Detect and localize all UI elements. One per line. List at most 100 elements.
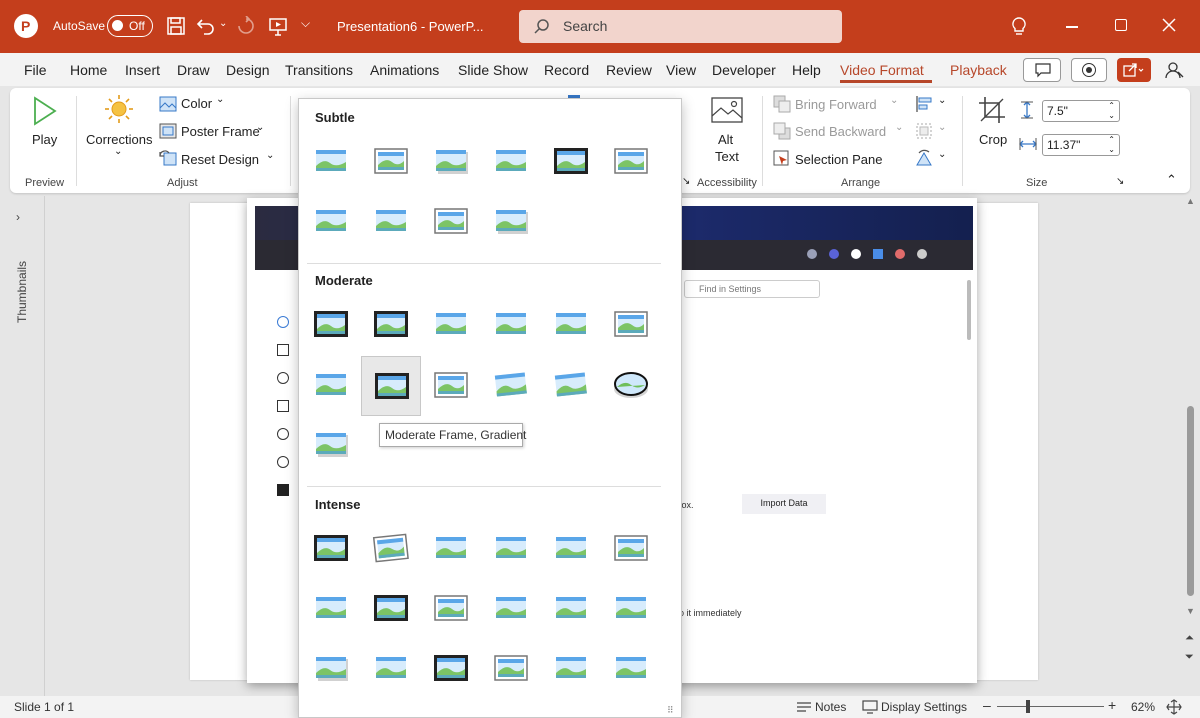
maximize-button[interactable]: [1115, 19, 1127, 31]
tab-view[interactable]: View: [666, 62, 696, 78]
video-style-moderate-13[interactable]: [421, 295, 481, 355]
slide-counter[interactable]: Slide 1 of 1: [14, 700, 74, 714]
corrections-dropdown-icon[interactable]: ⌄: [114, 146, 122, 157]
video-style-subtle-4[interactable]: [481, 132, 541, 192]
thumbnails-label[interactable]: Thumbnails: [15, 261, 29, 323]
customize-toolbar-icon[interactable]: ⌵: [301, 16, 310, 31]
video-style-subtle-1[interactable]: [301, 132, 361, 192]
video-style-subtle-5[interactable]: [541, 132, 601, 192]
size-dialog-launcher-icon[interactable]: ↘: [1116, 176, 1124, 187]
coauthor-icon[interactable]: [1165, 61, 1185, 79]
tab-draw[interactable]: Draw: [177, 62, 210, 78]
width-field[interactable]: 11.37" ⌃ ⌄: [1042, 134, 1120, 156]
color-button[interactable]: Color: [181, 96, 212, 111]
video-style-intense-36[interactable]: [301, 639, 361, 699]
video-style-subtle-8[interactable]: [361, 192, 421, 252]
collapse-ribbon-icon[interactable]: ⌃: [1166, 172, 1177, 188]
close-icon[interactable]: [1162, 18, 1176, 32]
video-style-moderate-23[interactable]: [301, 415, 361, 475]
video-style-intense-34[interactable]: [541, 579, 601, 639]
align-icon[interactable]: [915, 95, 933, 113]
video-style-intense-32[interactable]: [421, 579, 481, 639]
video-style-subtle-9[interactable]: [421, 192, 481, 252]
poster-frame-dropdown-icon[interactable]: ⌄: [256, 122, 264, 133]
tab-review[interactable]: Review: [606, 62, 652, 78]
zoom-slider-track[interactable]: [997, 706, 1104, 707]
video-style-moderate-18[interactable]: [361, 356, 421, 416]
group-dialog-launcher-icon[interactable]: ↘: [682, 176, 690, 187]
rotate-icon[interactable]: [915, 149, 933, 167]
scroll-thumb[interactable]: [1187, 406, 1194, 596]
scroll-down-icon[interactable]: ▼: [1186, 606, 1195, 616]
undo-dropdown-icon[interactable]: ⌄: [219, 18, 227, 29]
video-style-subtle-3[interactable]: [421, 132, 481, 192]
share-button[interactable]: [1117, 58, 1151, 82]
align-dropdown-icon[interactable]: ⌄: [938, 95, 946, 106]
video-style-moderate-11[interactable]: [301, 295, 361, 355]
previous-slide-icon[interactable]: ⏶: [1185, 632, 1194, 645]
video-style-intense-33[interactable]: [481, 579, 541, 639]
video-style-intense-30[interactable]: [301, 579, 361, 639]
comments-button[interactable]: [1023, 58, 1061, 82]
zoom-slider-thumb[interactable]: [1026, 700, 1030, 713]
expand-thumbnails-icon[interactable]: ›: [16, 210, 20, 224]
video-style-subtle-6[interactable]: [601, 132, 661, 192]
video-style-subtle-10[interactable]: [481, 192, 541, 252]
video-style-moderate-12[interactable]: [361, 295, 421, 355]
alt-text-icon[interactable]: [710, 96, 744, 126]
search-box[interactable]: Search: [519, 10, 842, 43]
alt-text-label-1[interactable]: Alt: [718, 132, 733, 147]
video-style-moderate-14[interactable]: [481, 295, 541, 355]
video-style-intense-24[interactable]: [301, 519, 361, 579]
tab-developer[interactable]: Developer: [712, 62, 776, 78]
reset-design-button[interactable]: Reset Design: [181, 152, 259, 167]
video-style-intense-27[interactable]: [481, 519, 541, 579]
color-dropdown-icon[interactable]: ⌄: [216, 94, 224, 105]
video-style-intense-29[interactable]: [601, 519, 661, 579]
zoom-level[interactable]: 62%: [1131, 700, 1155, 714]
alt-text-label-2[interactable]: Text: [715, 149, 739, 164]
height-field[interactable]: 7.5" ⌃ ⌄: [1042, 100, 1120, 122]
video-style-subtle-2[interactable]: [361, 132, 421, 192]
lightbulb-icon[interactable]: [1010, 16, 1028, 36]
reset-design-dropdown-icon[interactable]: ⌄: [266, 150, 274, 161]
video-style-intense-28[interactable]: [541, 519, 601, 579]
tab-playback[interactable]: Playback: [950, 62, 1007, 78]
poster-frame-button[interactable]: Poster Frame: [181, 124, 260, 139]
tab-slide-show[interactable]: Slide Show: [458, 62, 528, 78]
gallery-resize-grip-icon[interactable]: ⠿: [667, 705, 674, 716]
video-style-subtle-7[interactable]: [301, 192, 361, 252]
undo-icon[interactable]: [196, 16, 216, 36]
play-button[interactable]: Play: [32, 132, 57, 147]
scroll-up-icon[interactable]: ▲: [1186, 196, 1195, 206]
vertical-scrollbar[interactable]: ▲ ▼ ⏶ ⏷: [1185, 196, 1197, 696]
fit-slide-icon[interactable]: [1166, 699, 1182, 715]
display-settings-button[interactable]: Display Settings: [881, 700, 967, 714]
video-style-intense-39[interactable]: [481, 639, 541, 699]
tab-design[interactable]: Design: [226, 62, 270, 78]
play-icon[interactable]: [32, 96, 58, 126]
video-style-moderate-19[interactable]: [421, 356, 481, 416]
corrections-sun-icon[interactable]: [104, 94, 134, 124]
tab-home[interactable]: Home: [70, 62, 107, 78]
tab-animations[interactable]: Animations: [370, 62, 439, 78]
video-style-moderate-15[interactable]: [541, 295, 601, 355]
video-style-moderate-20[interactable]: [481, 356, 541, 416]
zoom-out-icon[interactable]: –: [983, 697, 991, 713]
video-style-intense-35[interactable]: [601, 579, 661, 639]
height-spinner-icon[interactable]: ⌃ ⌄: [1108, 101, 1115, 121]
autosave-toggle[interactable]: Off: [107, 15, 153, 37]
zoom-in-icon[interactable]: +: [1108, 697, 1116, 713]
video-style-moderate-16[interactable]: [601, 295, 661, 355]
next-slide-icon[interactable]: ⏷: [1185, 651, 1194, 664]
video-style-moderate-21[interactable]: [541, 356, 601, 416]
minimize-button[interactable]: [1066, 26, 1078, 28]
tab-insert[interactable]: Insert: [125, 62, 160, 78]
rotate-dropdown-icon[interactable]: ⌄: [938, 149, 946, 160]
record-button[interactable]: [1071, 58, 1107, 82]
tab-video-format[interactable]: Video Format: [840, 62, 924, 78]
video-style-intense-25[interactable]: [361, 519, 421, 579]
tab-file[interactable]: File: [24, 62, 47, 78]
selection-pane-button[interactable]: Selection Pane: [795, 152, 882, 167]
crop-icon[interactable]: [977, 95, 1007, 125]
